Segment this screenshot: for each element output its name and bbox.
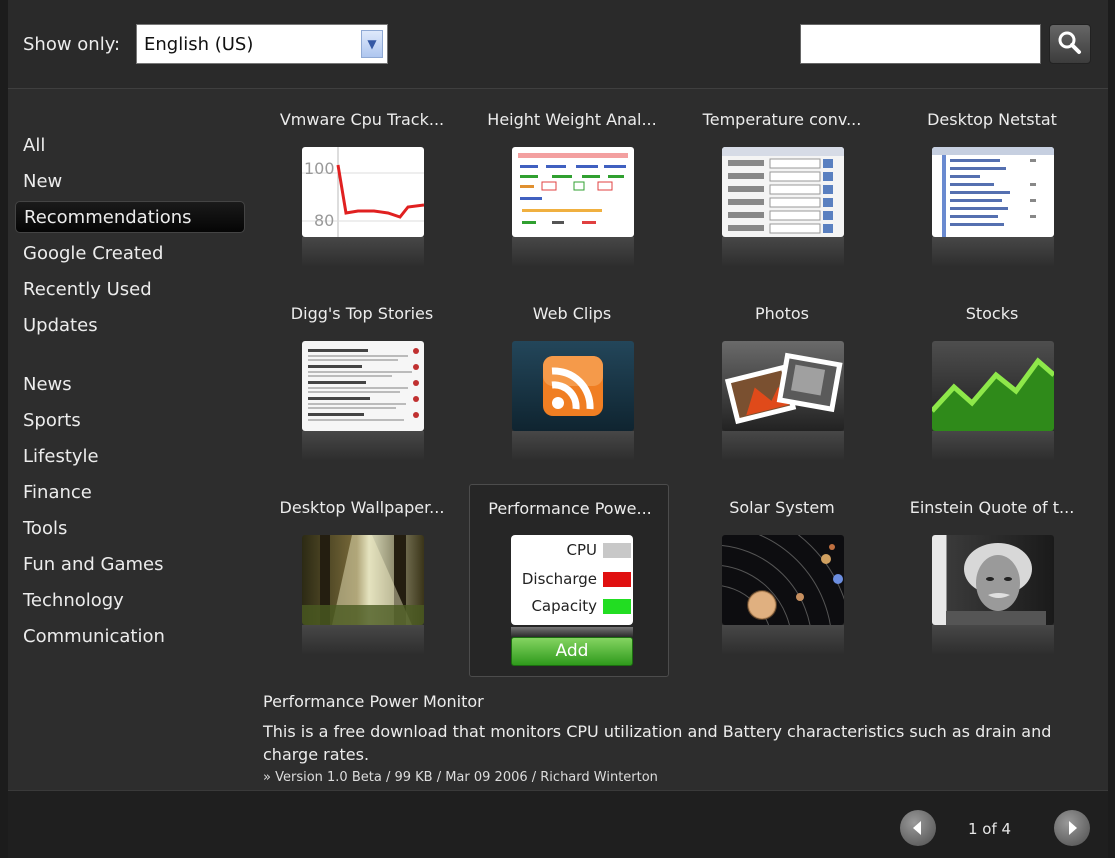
gadget-title: Temperature conv... [702, 110, 862, 129]
gadget-tile[interactable]: Photos [682, 286, 882, 476]
gadget-title: Solar System [729, 498, 835, 517]
gadget-title: Photos [755, 304, 809, 323]
pagination-bar: 1 of 4 [8, 790, 1108, 858]
gadget-detail-description: This is a free download that monitors CP… [263, 722, 1052, 764]
gadget-tile[interactable]: Stocks [892, 286, 1092, 476]
category-communication[interactable]: Communication [23, 626, 165, 648]
chevron-left-icon [913, 821, 921, 835]
language-select-value: English (US) [144, 34, 254, 55]
category-technology[interactable]: Technology [23, 590, 124, 612]
digg-top-stories-thumbnail [302, 341, 424, 431]
temperature-converter-thumbnail [722, 147, 844, 237]
reflection [932, 625, 1054, 655]
category-google-created[interactable]: Google Created [23, 243, 163, 265]
gadget-tile[interactable]: Temperature conv... [682, 92, 882, 282]
solar-system-thumbnail [722, 535, 844, 625]
reflection [722, 237, 844, 267]
category-all[interactable]: All [23, 135, 45, 157]
search-input[interactable] [800, 24, 1041, 64]
gadget-tile[interactable]: Digg's Top Stories [262, 286, 462, 476]
category-updates[interactable]: Updates [23, 315, 98, 337]
discharge-bar [603, 572, 631, 587]
gadget-title: Vmware Cpu Track... [279, 110, 445, 129]
reflection [302, 625, 424, 655]
add-button[interactable]: Add [511, 637, 633, 666]
axis-tick-label: 80 [314, 211, 335, 230]
next-page-button[interactable] [1054, 810, 1090, 846]
gadget-tile[interactable]: Desktop Wallpaper... [262, 480, 462, 670]
reflection [722, 625, 844, 655]
gadget-tile[interactable]: Vmware Cpu Track... 100 80 [262, 92, 462, 282]
chevron-right-icon [1069, 821, 1077, 835]
gadget-detail-title: Performance Power Monitor [263, 692, 484, 711]
reflection [722, 431, 844, 461]
gadget-tile[interactable]: Height Weight Anal... [472, 92, 672, 282]
language-select[interactable]: English (US) ▼ [136, 24, 388, 64]
stocks-thumbnail [932, 341, 1054, 431]
gadget-title: Digg's Top Stories [290, 304, 434, 323]
capacity-bar [603, 599, 631, 614]
gadget-title: Desktop Netstat [927, 110, 1057, 129]
performance-row-label: Capacity [531, 597, 597, 615]
category-new[interactable]: New [23, 171, 62, 193]
top-toolbar: Show only: English (US) ▼ [8, 0, 1108, 89]
gadget-title: Height Weight Anal... [487, 110, 657, 129]
cpu-bar [603, 543, 631, 558]
category-news[interactable]: News [23, 374, 72, 396]
previous-page-button[interactable] [900, 810, 936, 846]
gadget-tile[interactable]: Solar System [682, 480, 882, 670]
gadget-title: Einstein Quote of t... [909, 498, 1075, 517]
performance-monitor-thumbnail: CPU Discharge Capacity [511, 535, 633, 625]
search-button[interactable] [1049, 24, 1091, 64]
rss-feed-icon [512, 341, 634, 431]
reflection [302, 237, 424, 267]
category-sports[interactable]: Sports [23, 410, 81, 432]
gadget-tile[interactable]: Web Clips [472, 286, 672, 476]
vmware-cpu-thumbnail: 100 80 [302, 147, 424, 237]
reflection [932, 431, 1054, 461]
category-tools[interactable]: Tools [23, 518, 67, 540]
category-finance[interactable]: Finance [23, 482, 92, 504]
gadget-tile[interactable]: Desktop Netstat [892, 92, 1092, 282]
gadget-title: Performance Powe... [488, 499, 652, 518]
gadget-title: Desktop Wallpaper... [279, 498, 445, 517]
category-recently-used[interactable]: Recently Used [23, 279, 152, 301]
desktop-netstat-thumbnail [932, 147, 1054, 237]
height-weight-thumbnail [512, 147, 634, 237]
axis-tick-label: 100 [304, 159, 335, 178]
reflection [512, 431, 634, 461]
category-recommendations[interactable]: Recommendations [15, 201, 245, 233]
gadget-tile-selected[interactable]: Performance Powe... CPU Discharge Capaci… [469, 484, 669, 677]
page-indicator: 1 of 4 [968, 820, 1012, 838]
performance-row-label: CPU [566, 541, 598, 559]
category-lifestyle[interactable]: Lifestyle [23, 446, 99, 468]
search-icon [1058, 31, 1081, 54]
einstein-quote-thumbnail [932, 535, 1054, 625]
gadget-gallery-window: Show only: English (US) ▼ All New Recomm… [8, 0, 1108, 858]
reflection [932, 237, 1054, 267]
category-fun-and-games[interactable]: Fun and Games [23, 554, 163, 576]
desktop-wallpaper-thumbnail [302, 535, 424, 625]
photos-thumbnail [722, 341, 844, 431]
reflection [302, 431, 424, 461]
gadget-detail-meta: » Version 1.0 Beta / 99 KB / Mar 09 2006… [263, 770, 658, 785]
reflection [512, 237, 634, 267]
show-only-label: Show only: [23, 34, 121, 55]
gadget-title: Stocks [965, 304, 1019, 323]
gadget-tile[interactable]: Einstein Quote of t... [892, 480, 1092, 670]
gadget-title: Web Clips [532, 304, 612, 323]
performance-row-label: Discharge [521, 570, 597, 588]
reflection [511, 627, 633, 637]
chevron-down-icon[interactable]: ▼ [361, 30, 383, 58]
